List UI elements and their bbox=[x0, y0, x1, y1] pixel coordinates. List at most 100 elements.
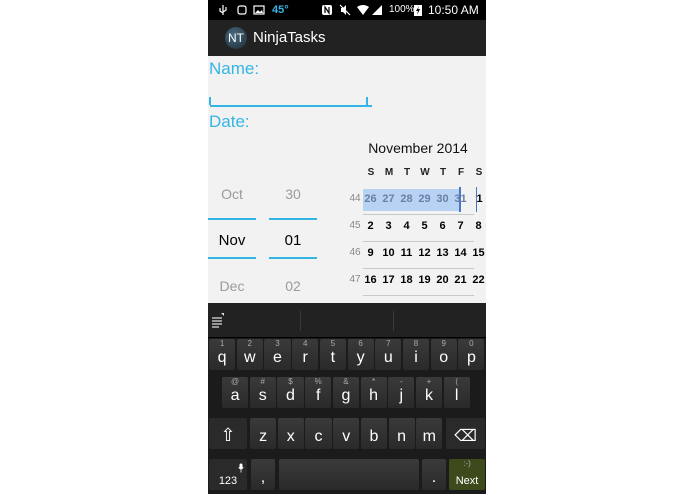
key-label: p bbox=[466, 349, 476, 366]
key-m[interactable]: m bbox=[416, 418, 443, 449]
calendar-day[interactable]: 5 bbox=[417, 220, 433, 232]
calendar-day[interactable]: 2 bbox=[363, 220, 379, 232]
calendar-day[interactable]: 16 bbox=[363, 274, 379, 286]
calendar-day[interactable]: 3 bbox=[381, 220, 397, 232]
key-alt-label: 2 bbox=[247, 339, 252, 348]
weekday-header: W bbox=[420, 167, 430, 178]
key-alt-label: 7 bbox=[386, 339, 391, 348]
key-alt-label: * bbox=[372, 377, 376, 386]
calendar-day[interactable]: 9 bbox=[363, 247, 379, 259]
key-label: y bbox=[356, 349, 365, 366]
key-f[interactable]: % f bbox=[305, 377, 332, 408]
calendar-day[interactable]: 17 bbox=[381, 274, 397, 286]
key-z[interactable]: z bbox=[250, 418, 277, 449]
date-label: Date: bbox=[209, 112, 250, 131]
key-g[interactable]: & g bbox=[332, 377, 359, 408]
calendar-day[interactable]: 18 bbox=[399, 274, 415, 286]
month-next[interactable]: Dec bbox=[208, 278, 256, 294]
key-o[interactable]: 9o bbox=[430, 339, 457, 370]
calendar-day[interactable]: 21 bbox=[453, 274, 469, 286]
calendar-day[interactable]: 30 bbox=[435, 193, 451, 205]
calendar-day[interactable]: 31 bbox=[453, 193, 469, 205]
app-icon[interactable]: NT bbox=[225, 27, 247, 49]
key-q[interactable]: 1q bbox=[209, 339, 236, 370]
key-s[interactable]: # s bbox=[249, 377, 276, 408]
month-current[interactable]: Nov bbox=[208, 232, 256, 249]
notification-icon bbox=[237, 5, 247, 15]
key-j[interactable]: -j bbox=[388, 377, 415, 408]
day-next[interactable]: 02 bbox=[269, 278, 317, 294]
calendar-title: November 2014 bbox=[368, 140, 468, 156]
key-c[interactable]: c bbox=[305, 418, 332, 449]
key-l[interactable]: (l bbox=[443, 377, 470, 408]
calendar-day[interactable]: 6 bbox=[435, 220, 451, 232]
calendar-row-divider bbox=[363, 295, 474, 296]
key-i[interactable]: 8i bbox=[402, 339, 430, 370]
key-alt-label: - bbox=[399, 377, 403, 386]
space-key[interactable] bbox=[279, 459, 419, 490]
key-h[interactable]: * h bbox=[360, 377, 387, 408]
key-k[interactable]: + k bbox=[415, 377, 443, 408]
mute-icon bbox=[339, 4, 351, 16]
key-alt-label: 3 bbox=[275, 339, 280, 348]
key-label: r bbox=[302, 349, 308, 366]
month-prev[interactable]: Oct bbox=[208, 186, 256, 202]
key-label: c bbox=[314, 428, 323, 445]
key-w[interactable]: 2w bbox=[236, 339, 263, 370]
name-label: Name: bbox=[209, 59, 260, 78]
keyboard-menu-icon[interactable] bbox=[211, 311, 225, 329]
key-u[interactable]: 7u bbox=[375, 339, 402, 370]
calendar-day[interactable]: 22 bbox=[471, 274, 487, 286]
suggestion-strip bbox=[208, 303, 486, 338]
input-underline-right bbox=[366, 97, 368, 105]
calendar-day[interactable]: 26 bbox=[363, 193, 379, 205]
key-t[interactable]: 5t bbox=[319, 339, 346, 370]
calendar-day[interactable]: 13 bbox=[435, 247, 451, 259]
key-label: n bbox=[397, 428, 407, 445]
key-a[interactable]: @ a bbox=[222, 377, 249, 408]
key-e[interactable]: 3e bbox=[264, 339, 291, 370]
day-divider-top bbox=[269, 218, 317, 220]
key-label: h bbox=[369, 387, 379, 404]
key-label: j bbox=[399, 387, 404, 404]
weekday-header: F bbox=[457, 167, 465, 178]
battery-charging-icon bbox=[414, 5, 422, 16]
key-d[interactable]: $ d bbox=[277, 377, 304, 408]
calendar-day[interactable]: 8 bbox=[471, 220, 487, 232]
calendar-day[interactable]: 28 bbox=[399, 193, 415, 205]
day-prev[interactable]: 30 bbox=[269, 186, 317, 202]
key-v[interactable]: v bbox=[333, 418, 360, 449]
calendar-day[interactable]: 15 bbox=[471, 247, 487, 259]
shift-key[interactable]: ⇧ bbox=[209, 418, 247, 449]
calendar-day[interactable]: 14 bbox=[453, 247, 469, 259]
period-key[interactable]: . bbox=[422, 459, 446, 490]
day-current[interactable]: 01 bbox=[269, 232, 317, 249]
key-b[interactable]: b bbox=[360, 418, 387, 449]
key-p[interactable]: 0p bbox=[458, 339, 485, 370]
calendar-day[interactable]: 7 bbox=[453, 220, 469, 232]
comma-key[interactable]: , bbox=[251, 459, 275, 490]
calendar-day[interactable]: 29 bbox=[417, 193, 433, 205]
key-label: t bbox=[330, 349, 336, 366]
calendar-day[interactable]: 4 bbox=[399, 220, 415, 232]
calendar-day[interactable]: 11 bbox=[399, 247, 415, 259]
calendar-day[interactable]: 20 bbox=[435, 274, 451, 286]
key-label: v bbox=[342, 428, 351, 445]
key-n[interactable]: n bbox=[388, 418, 415, 449]
key-r[interactable]: 4r bbox=[292, 339, 319, 370]
weekday-header: S bbox=[367, 167, 375, 178]
day-divider-bottom bbox=[269, 257, 317, 259]
calendar-day[interactable]: 19 bbox=[417, 274, 433, 286]
name-input[interactable] bbox=[210, 83, 372, 107]
calendar-day-selected[interactable]: 1 bbox=[472, 193, 487, 205]
key-alt-label: & bbox=[343, 377, 349, 386]
calendar-day[interactable]: 27 bbox=[381, 193, 397, 205]
symbols-key[interactable]: 123 bbox=[209, 459, 247, 490]
next-key[interactable]: :-) Next bbox=[449, 459, 485, 490]
key-y[interactable]: 6y bbox=[347, 339, 374, 370]
key-x[interactable]: x bbox=[277, 418, 304, 449]
calendar-day[interactable]: 10 bbox=[381, 247, 397, 259]
key-label: g bbox=[341, 387, 351, 404]
calendar-day[interactable]: 12 bbox=[417, 247, 433, 259]
backspace-key[interactable]: ⌫ bbox=[446, 418, 485, 449]
